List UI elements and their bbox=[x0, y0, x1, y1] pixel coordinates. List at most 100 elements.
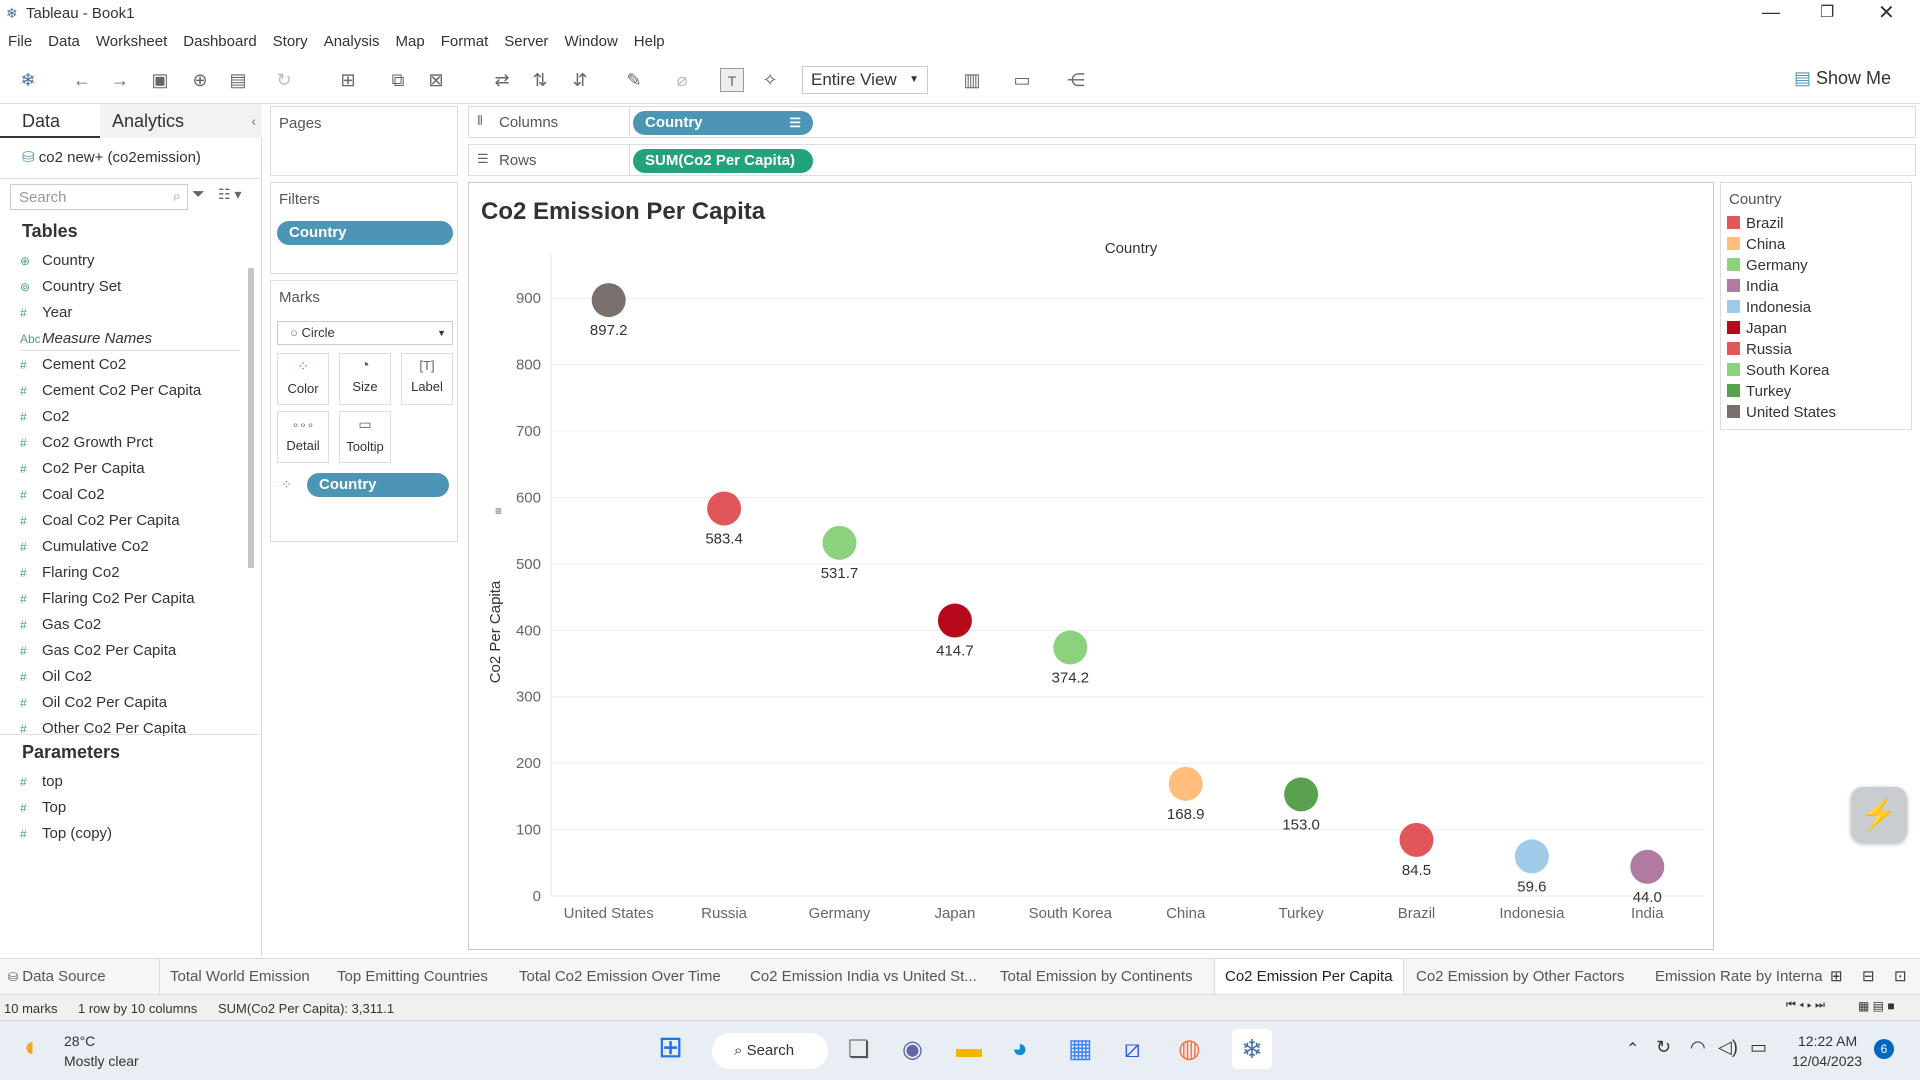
taskbar-search[interactable]: ⌕ Search bbox=[712, 1033, 828, 1069]
data-point[interactable] bbox=[822, 525, 857, 560]
menu-analysis[interactable]: Analysis bbox=[316, 28, 388, 56]
columns-shelf[interactable]: ⦀ Columns Country ☰ bbox=[468, 106, 1916, 138]
menu-dashboard[interactable]: Dashboard bbox=[175, 28, 264, 56]
sheet-view-icons[interactable]: ▦ ▤ ■ bbox=[1858, 999, 1895, 1013]
field-item[interactable]: ⊕ Country bbox=[20, 249, 95, 273]
rows-pill-sum-co2-per-capita[interactable]: SUM(Co2 Per Capita) bbox=[633, 149, 813, 173]
menu-data[interactable]: Data bbox=[40, 28, 88, 56]
menu-window[interactable]: Window bbox=[556, 28, 625, 56]
clock-time[interactable]: 12:22 AM bbox=[1798, 1033, 1857, 1049]
datasource-row[interactable]: ⛁ co2 new+ (co2emission) bbox=[22, 148, 201, 166]
volume-icon[interactable]: ◁) bbox=[1718, 1037, 1738, 1058]
group-members-icon[interactable]: ⌀ bbox=[670, 68, 694, 92]
data-point[interactable] bbox=[1053, 630, 1088, 665]
pause-updates-icon[interactable]: ▤ bbox=[226, 68, 250, 92]
data-point[interactable] bbox=[1284, 777, 1319, 812]
field-item[interactable]: # Cement Co2 bbox=[20, 353, 126, 377]
field-item[interactable]: # Gas Co2 Per Capita bbox=[20, 639, 176, 663]
tab-sheet[interactable]: Top Emitting Countries bbox=[337, 959, 488, 995]
store-icon[interactable]: ▦ bbox=[1068, 1033, 1093, 1064]
parameter-item[interactable]: # top bbox=[20, 770, 63, 794]
field-item[interactable]: # Co2 Per Capita bbox=[20, 457, 145, 481]
detail-button[interactable]: ∘∘∘ Detail bbox=[277, 411, 329, 463]
columns-pill-country[interactable]: Country ☰ bbox=[633, 111, 813, 135]
show-mark-labels-icon[interactable]: T bbox=[720, 68, 744, 92]
field-item[interactable]: ⊚ Country Set bbox=[20, 275, 121, 299]
parameter-item[interactable]: # Top (copy) bbox=[20, 822, 112, 846]
sheet-nav-icons[interactable]: ⏮ ◂ ▸ ⏭ bbox=[1786, 999, 1825, 1012]
field-item[interactable]: # Cement Co2 Per Capita bbox=[20, 379, 201, 403]
field-item[interactable]: # Oil Co2 Per Capita bbox=[20, 691, 167, 715]
color-legend[interactable]: Country Brazil China Germany India Indonesia… bbox=[1720, 182, 1912, 430]
tableau-home-icon[interactable]: ❄ bbox=[16, 68, 40, 92]
legend-item[interactable]: Brazil bbox=[1727, 215, 1784, 232]
fit-dropdown[interactable]: Entire View ▼ bbox=[802, 66, 928, 94]
save-icon[interactable]: ▣ bbox=[148, 68, 172, 92]
legend-item[interactable]: South Korea bbox=[1727, 362, 1829, 379]
pages-card[interactable]: Pages bbox=[270, 106, 458, 176]
tab-sheet[interactable]: Emission Rate by Interna bbox=[1655, 959, 1823, 995]
pin-axes-icon[interactable]: ✧ bbox=[758, 68, 782, 92]
field-item[interactable]: # Other Co2 Per Capita bbox=[20, 717, 186, 741]
vscode-icon[interactable]: ⧄ bbox=[1124, 1033, 1141, 1065]
data-point[interactable] bbox=[1514, 839, 1549, 874]
field-scrollbar[interactable] bbox=[248, 268, 254, 568]
marks-card[interactable]: Marks ○ Circle ▼ ⁘ Color ◔ Size [T] Labe… bbox=[270, 280, 458, 542]
color-button[interactable]: ⁘ Color bbox=[277, 353, 329, 405]
legend-item[interactable]: India bbox=[1727, 278, 1779, 295]
tab-sheet[interactable]: Total Co2 Emission Over Time bbox=[519, 959, 721, 995]
filter-fields-icon[interactable]: ⏷ bbox=[192, 186, 205, 204]
label-button[interactable]: [T] Label bbox=[401, 353, 453, 405]
data-point[interactable] bbox=[937, 603, 972, 638]
legend-item[interactable]: Indonesia bbox=[1727, 299, 1811, 316]
new-worksheet-tab-icon[interactable]: ⊞ bbox=[1830, 967, 1843, 985]
data-point[interactable] bbox=[591, 283, 626, 318]
edge-icon[interactable]: ◕ bbox=[1012, 1033, 1028, 1064]
close-button[interactable]: ✕ bbox=[1878, 0, 1895, 25]
rows-shelf[interactable]: ☰ Rows SUM(Co2 Per Capita) bbox=[468, 144, 1916, 176]
restore-button[interactable]: ❐ bbox=[1820, 2, 1834, 22]
clear-sheet-icon[interactable]: ⊠ bbox=[424, 68, 448, 92]
new-worksheet-icon[interactable]: ⊞ bbox=[336, 68, 360, 92]
wifi-icon[interactable]: ◠ bbox=[1690, 1037, 1706, 1058]
field-item[interactable]: AbcMeasure Names bbox=[20, 327, 240, 351]
battery-icon[interactable]: ▭ bbox=[1750, 1037, 1767, 1058]
floating-assistant-icon[interactable]: ⚡ bbox=[1851, 787, 1907, 843]
menu-help[interactable]: Help bbox=[626, 28, 673, 56]
axis-sort-icon[interactable]: ≡ bbox=[495, 504, 502, 518]
sync-icon[interactable]: ↻ bbox=[1656, 1037, 1671, 1058]
start-button[interactable]: ⊞ bbox=[658, 1033, 683, 1063]
task-view-icon[interactable]: ❏ bbox=[848, 1035, 870, 1064]
menu-map[interactable]: Map bbox=[388, 28, 433, 56]
menu-worksheet[interactable]: Worksheet bbox=[88, 28, 175, 56]
legend-item[interactable]: United States bbox=[1727, 404, 1836, 421]
legend-item[interactable]: Russia bbox=[1727, 341, 1792, 358]
new-dashboard-tab-icon[interactable]: ⊟ bbox=[1862, 967, 1875, 985]
menu-format[interactable]: Format bbox=[433, 28, 497, 56]
field-item[interactable]: # Cumulative Co2 bbox=[20, 535, 149, 559]
size-button[interactable]: ◔ Size bbox=[339, 353, 391, 405]
data-point[interactable] bbox=[1399, 822, 1434, 857]
show-me-button[interactable]: ▤ Show Me bbox=[1794, 68, 1891, 89]
tooltip-button[interactable]: ▭ Tooltip bbox=[339, 411, 391, 463]
field-item[interactable]: # Coal Co2 bbox=[20, 483, 105, 507]
field-item[interactable]: # Co2 Growth Prct bbox=[20, 431, 153, 455]
tray-chevron-icon[interactable]: ⌃ bbox=[1626, 1039, 1639, 1059]
redo-icon[interactable]: → bbox=[108, 68, 132, 92]
field-item[interactable]: # Coal Co2 Per Capita bbox=[20, 509, 180, 533]
tab-sheet[interactable]: Co2 Emission India vs United St... bbox=[750, 959, 977, 995]
tab-sheet[interactable]: Co2 Emission by Other Factors bbox=[1416, 959, 1624, 995]
highlight-icon[interactable]: ✎ bbox=[622, 68, 646, 92]
tableau-taskbar-icon[interactable]: ❄ bbox=[1232, 1029, 1272, 1069]
mark-type-dropdown[interactable]: ○ Circle ▼ bbox=[277, 321, 453, 345]
swap-rows-columns-icon[interactable]: ⇄ bbox=[490, 68, 514, 92]
menu-story[interactable]: Story bbox=[265, 28, 316, 56]
tab-sheet[interactable]: Total World Emission bbox=[170, 959, 310, 995]
search-input[interactable]: Search ⌕ bbox=[10, 184, 188, 210]
field-item[interactable]: # Oil Co2 bbox=[20, 665, 92, 689]
field-item[interactable]: # Year bbox=[20, 301, 72, 325]
sort-descending-icon[interactable]: ⇵ bbox=[568, 68, 592, 92]
file-explorer-icon[interactable]: ▬ bbox=[956, 1033, 982, 1064]
parameter-item[interactable]: # Top bbox=[20, 796, 66, 820]
undo-icon[interactable]: ← bbox=[70, 68, 94, 92]
